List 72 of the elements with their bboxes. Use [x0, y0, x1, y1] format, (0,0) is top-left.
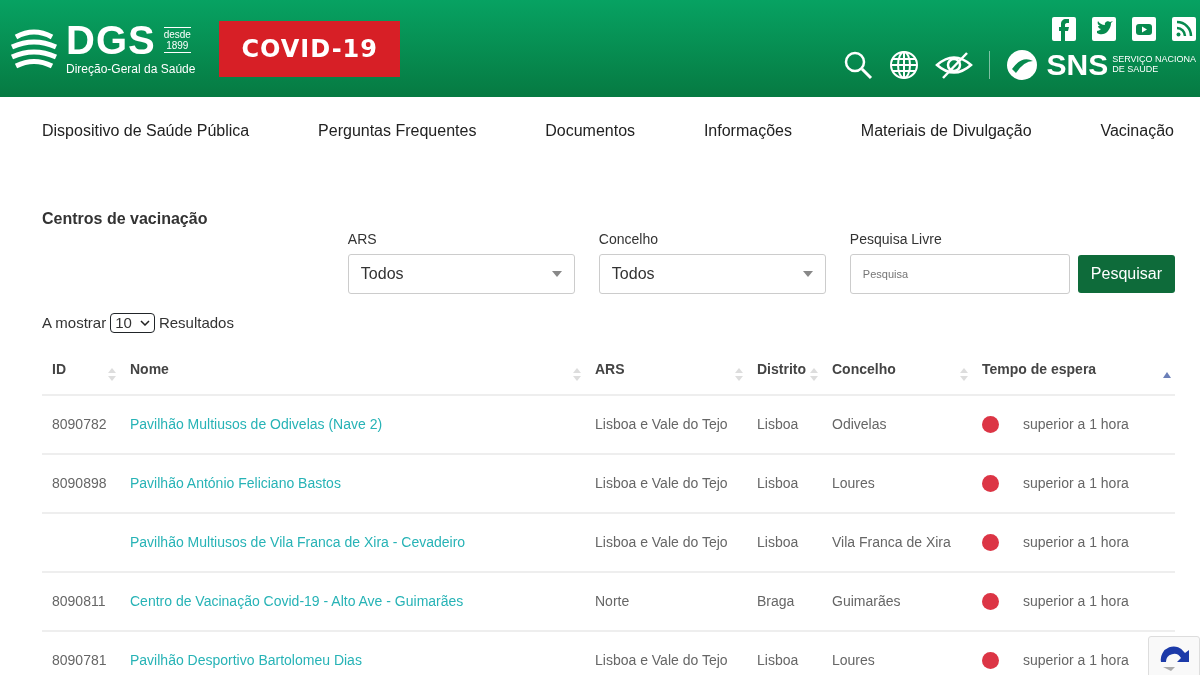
since-label: desde: [163, 28, 191, 40]
globe-icon[interactable]: [889, 49, 920, 80]
id-cell: 8090898: [52, 474, 107, 491]
table-cell: Lisboa: [757, 651, 799, 668]
id-cell: 8090811: [52, 592, 106, 609]
table-cell: Odivelas: [832, 415, 887, 432]
caret-icon: [551, 271, 562, 277]
sns-subtitle: SERVIÇO NACIONA: [1112, 54, 1196, 64]
page-size-label: A mostrar: [42, 313, 107, 333]
nav-link[interactable]: Vacinação: [1100, 119, 1174, 143]
since-year: 1899: [166, 39, 189, 51]
table-cell: Guimarães: [832, 592, 901, 609]
search-button[interactable]: Pesquisar: [1077, 255, 1175, 293]
table-cell: Lisboa e Vale do Tejo: [595, 651, 728, 668]
table-cell: Lisboa: [757, 415, 799, 432]
wait-time: superior a 1 hora: [1023, 591, 1129, 611]
table-cell: Lisboa: [757, 533, 799, 550]
caret-icon: [139, 320, 150, 327]
filter-label: ARS: [347, 230, 378, 249]
column-header[interactable]: ARS: [585, 344, 747, 395]
sort-icon: [735, 368, 743, 382]
caret-icon: [802, 271, 813, 277]
table-cell: Lisboa e Vale do Tejo: [595, 533, 728, 550]
wait-time: superior a 1 hora: [1023, 473, 1129, 493]
wait-time: superior a 1 hora: [1023, 532, 1129, 552]
page-size-select[interactable]: 10: [110, 313, 155, 334]
dropdown[interactable]: Todos: [347, 254, 575, 294]
table-cell: Loures: [832, 651, 875, 668]
filter-label: Pesquisa Livre: [849, 230, 943, 249]
column-header[interactable]: Nome: [120, 344, 585, 395]
id-cell: 8090782: [52, 415, 107, 432]
covid-banner[interactable]: COVID-19: [219, 20, 400, 77]
search-field[interactable]: Pesquisa: [849, 254, 1070, 294]
search-icon[interactable]: [843, 49, 874, 80]
section-title: Centros de vacinação: [42, 209, 209, 229]
sort-ascending-icon: [1163, 371, 1171, 378]
sns-logo-icon: [1006, 48, 1039, 81]
filter-label: Concelho: [598, 230, 659, 249]
table-cell: Braga: [757, 592, 795, 609]
sort-icon: [810, 368, 818, 382]
page-size-label: Resultados: [158, 313, 234, 333]
wait-time: superior a 1 hora: [1023, 650, 1129, 670]
table-cell: Loures: [832, 474, 875, 491]
nav-link[interactable]: Informações: [703, 119, 792, 143]
id-cell: 8090781: [52, 651, 107, 668]
video-play-icon[interactable]: [1132, 16, 1156, 41]
nav-link[interactable]: Documentos: [545, 119, 636, 143]
column-header[interactable]: ID: [42, 344, 120, 395]
table-cell: Norte: [595, 592, 630, 609]
sns-name: SNS: [1046, 49, 1109, 80]
sort-icon: [573, 368, 581, 382]
column-header[interactable]: Distrito: [747, 344, 822, 395]
nav-link[interactable]: Materiais de Divulgação: [860, 119, 1032, 143]
dropdown[interactable]: Todos: [598, 254, 826, 294]
logo-name: DGS: [66, 19, 156, 60]
sort-icon: [960, 368, 968, 382]
sns-subtitle: DE SAÚDE: [1112, 64, 1160, 75]
wait-time: superior a 1 hora: [1023, 414, 1129, 434]
bird-icon[interactable]: [1092, 16, 1116, 41]
recaptcha-badge[interactable]: [1148, 636, 1200, 675]
sort-icon: [108, 368, 116, 382]
facebook-icon[interactable]: [1052, 16, 1076, 41]
nav-link[interactable]: Dispositivo de Saúde Pública: [42, 119, 250, 143]
table-cell: Lisboa e Vale do Tejo: [595, 474, 728, 491]
table-cell: Vila Franca de Xira: [832, 533, 951, 550]
table-cell: Lisboa e Vale do Tejo: [595, 415, 728, 432]
table-cell: Lisboa: [757, 474, 799, 491]
rss-icon[interactable]: [1172, 16, 1196, 41]
column-header[interactable]: Tempo de espera: [972, 344, 1175, 395]
nav-link[interactable]: Perguntas Frequentes: [318, 119, 477, 143]
logo-subtitle: Direção-Geral da Saúde: [66, 60, 196, 78]
column-header[interactable]: Concelho: [822, 344, 972, 395]
